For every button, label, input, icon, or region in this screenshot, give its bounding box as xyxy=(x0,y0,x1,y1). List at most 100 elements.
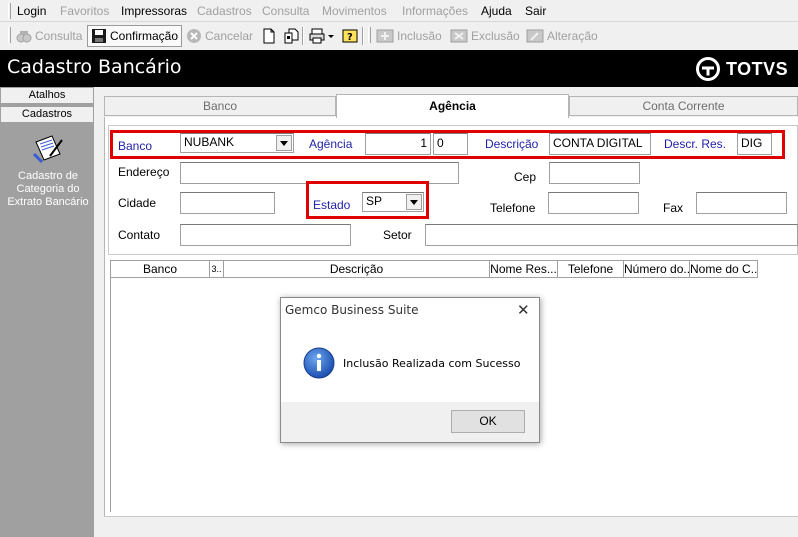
tab-conta-corrente[interactable]: Conta Corrente xyxy=(569,96,798,116)
grid-col-banco[interactable]: Banco xyxy=(110,260,210,278)
totvs-brand-text: TOTVS xyxy=(726,58,789,79)
banco-value: NUBANK xyxy=(184,135,235,149)
estado-select[interactable]: SP xyxy=(362,192,424,212)
descr-res-label: Descr. Res. xyxy=(664,137,727,151)
category-document-icon[interactable] xyxy=(32,134,64,167)
contato-field[interactable] xyxy=(180,224,351,246)
fax-label: Fax xyxy=(663,201,684,215)
cep-field[interactable] xyxy=(549,162,640,184)
cep-label: Cep xyxy=(514,170,537,184)
grid-header: Banco 3.. Descrição Nome Res... Telefone… xyxy=(110,260,798,278)
exclusao-label: Exclusão xyxy=(471,29,520,43)
telefone-label: Telefone xyxy=(490,201,536,215)
totvs-logo-icon xyxy=(696,57,720,81)
grid-col-telefone[interactable]: Telefone xyxy=(558,260,624,278)
menu-sair[interactable]: Sair xyxy=(525,4,546,18)
agencia-label: Agência xyxy=(309,137,353,151)
estado-label: Estado xyxy=(313,198,351,212)
help-button[interactable]: ? xyxy=(338,25,362,47)
banco-label: Banco xyxy=(118,139,153,153)
grid-col-numero[interactable]: Número do... xyxy=(624,260,690,278)
menu-cadastros[interactable]: Cadastros xyxy=(197,4,252,18)
fax-field[interactable] xyxy=(696,192,787,214)
menu-favoritos[interactable]: Favoritos xyxy=(60,4,109,18)
close-icon[interactable]: ✕ xyxy=(517,301,530,319)
menu-bar: Login Favoritos Impressoras Cadastros Co… xyxy=(0,0,798,22)
printer-icon xyxy=(309,28,334,44)
message-dialog: Gemco Business Suite ✕ Inclusão Realizad… xyxy=(280,297,540,443)
descricao-label: Descrição xyxy=(485,137,539,151)
agencia-digit-field[interactable]: 0 xyxy=(433,133,468,155)
toolbar-grip xyxy=(8,27,11,43)
dialog-footer: OK xyxy=(281,402,539,442)
search-binoculars-icon xyxy=(16,31,32,43)
alteracao-label: Alteração xyxy=(547,29,598,43)
edit-record-icon xyxy=(526,29,544,43)
copy-document-button[interactable] xyxy=(280,25,304,47)
print-button[interactable] xyxy=(306,25,338,47)
estado-value: SP xyxy=(366,194,383,208)
add-record-icon xyxy=(376,29,394,43)
dialog-title: Gemco Business Suite xyxy=(285,303,419,317)
sidebar-item-categoria-extrato[interactable]: Cadastro de Categoria do Extrato Bancári… xyxy=(4,170,92,209)
setor-label: Setor xyxy=(383,228,412,242)
info-icon xyxy=(303,347,335,382)
tab-agencia[interactable]: Agência xyxy=(336,94,569,118)
menu-impressoras[interactable]: Impressoras xyxy=(121,4,187,18)
chevron-down-icon[interactable] xyxy=(406,194,422,210)
new-document-icon xyxy=(263,28,275,44)
menu-informacoes[interactable]: Informações xyxy=(402,4,468,18)
telefone-field[interactable] xyxy=(548,192,639,214)
agencia-number-field[interactable]: 1 xyxy=(365,133,431,155)
dialog-message: Inclusão Realizada com Sucesso xyxy=(343,357,521,370)
tab-banco[interactable]: Banco xyxy=(104,96,336,116)
menu-login[interactable]: Login xyxy=(17,4,46,18)
alteracao-button[interactable]: Alteração xyxy=(523,25,601,47)
copy-document-icon xyxy=(284,28,299,44)
contato-label: Contato xyxy=(118,228,161,242)
ok-button[interactable]: OK xyxy=(451,410,525,433)
grid-col-nome-c[interactable]: Nome do C... xyxy=(690,260,758,278)
menu-movimentos[interactable]: Movimentos xyxy=(322,4,387,18)
inclusao-label: Inclusão xyxy=(397,29,442,43)
banco-select[interactable]: NUBANK xyxy=(180,133,294,153)
sidebar: Atalhos Cadastros Cadastro de Categoria … xyxy=(0,87,94,537)
cancelar-button[interactable]: Cancelar xyxy=(183,25,256,47)
delete-record-icon xyxy=(450,29,468,43)
confirmacao-button[interactable]: Confirmação xyxy=(87,25,183,47)
descr-res-field[interactable]: DIG xyxy=(737,133,772,155)
cidade-label: Cidade xyxy=(118,196,157,210)
chevron-down-icon[interactable] xyxy=(276,135,292,151)
sidebar-tab-cadastros[interactable]: Cadastros xyxy=(0,106,94,123)
save-disk-icon xyxy=(92,29,106,43)
cancel-circle-icon xyxy=(187,29,201,43)
toolbar: Consulta Confirmação Cancelar ? Inclusão… xyxy=(0,23,798,49)
grid-col-descricao[interactable]: Descrição xyxy=(224,260,490,278)
menu-grip xyxy=(8,3,11,19)
help-question-icon: ? xyxy=(342,29,358,43)
svg-text:?: ? xyxy=(347,32,353,43)
new-document-button[interactable] xyxy=(259,25,279,47)
app-header: Cadastro Bancário TOTVS xyxy=(0,50,798,87)
cidade-field[interactable] xyxy=(180,192,275,214)
confirmacao-label: Confirmação xyxy=(110,29,179,43)
setor-field[interactable] xyxy=(425,224,798,246)
toolbar-separator xyxy=(362,27,364,45)
grid-col-nome-res[interactable]: Nome Res... xyxy=(490,260,558,278)
cancelar-label: Cancelar xyxy=(205,29,254,43)
toolbar-separator xyxy=(302,27,304,45)
inclusao-button[interactable]: Inclusão xyxy=(373,25,445,47)
exclusao-button[interactable]: Exclusão xyxy=(447,25,523,47)
sidebar-tab-atalhos[interactable]: Atalhos xyxy=(0,87,94,104)
descricao-field[interactable]: CONTA DIGITAL xyxy=(549,133,651,155)
page-title: Cadastro Bancário xyxy=(7,56,182,78)
toolbar-grip xyxy=(368,27,371,43)
endereco-label: Endereço xyxy=(118,165,170,179)
consulta-label: Consulta xyxy=(35,29,83,43)
totvs-logo: TOTVS xyxy=(696,56,788,82)
menu-consulta[interactable]: Consulta xyxy=(262,4,309,18)
status-bar xyxy=(104,516,798,537)
grid-col-3[interactable]: 3.. xyxy=(210,260,224,278)
menu-ajuda[interactable]: Ajuda xyxy=(481,4,512,18)
consulta-button[interactable]: Consulta xyxy=(13,25,85,47)
